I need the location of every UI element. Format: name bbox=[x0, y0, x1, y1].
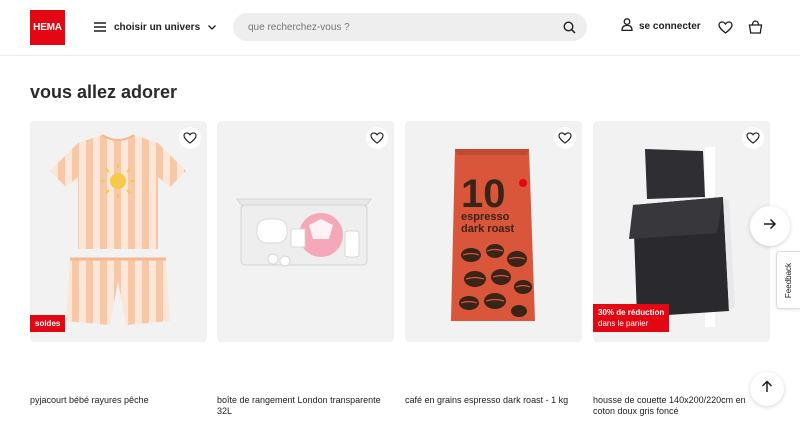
product-image[interactable]: 30% de réduction dans le panier bbox=[593, 121, 770, 342]
product-card[interactable]: boîte de rangement London transparente 3… bbox=[217, 121, 394, 416]
badge-sublabel: dans le panier bbox=[598, 319, 649, 328]
arrow-right-icon bbox=[763, 217, 777, 235]
badge-label: 30% de réduction bbox=[598, 308, 665, 317]
login-label: se connecter bbox=[639, 20, 701, 32]
favorite-heart-icon[interactable] bbox=[366, 127, 388, 149]
login-button[interactable]: se connecter bbox=[621, 18, 701, 34]
feedback-tab[interactable]: Feedback bbox=[776, 251, 800, 309]
coffee-line2: dark roast bbox=[461, 223, 515, 235]
arrow-up-icon bbox=[761, 380, 773, 398]
hema-logo[interactable]: HEMA bbox=[30, 10, 65, 45]
storage-box-illustration bbox=[236, 198, 372, 267]
product-card[interactable]: soldes pyjacourt bébé rayures pêche bbox=[30, 121, 207, 405]
section-title: vous allez adorer bbox=[30, 82, 178, 102]
product-image[interactable]: soldes bbox=[30, 121, 207, 342]
choose-universe-button[interactable]: choisir un univers bbox=[94, 17, 217, 37]
search-input[interactable] bbox=[248, 21, 561, 33]
product-name[interactable]: boîte de rangement London transparente 3… bbox=[217, 395, 394, 417]
coffee-bag-illustration: 10 espresso dark roast bbox=[451, 149, 535, 321]
search-icon[interactable] bbox=[561, 19, 577, 35]
heart-icon[interactable] bbox=[717, 19, 733, 35]
coffee-number: 10 bbox=[461, 172, 506, 216]
back-to-top-button[interactable] bbox=[750, 372, 784, 406]
product-image[interactable] bbox=[217, 121, 394, 342]
product-card[interactable]: 30% de réduction dans le panier housse d… bbox=[593, 121, 770, 416]
search-bar bbox=[233, 13, 587, 41]
menu-icon bbox=[94, 22, 106, 32]
discount-badge: 30% de réduction dans le panier bbox=[593, 304, 670, 332]
coffee-line1: espresso bbox=[461, 211, 510, 223]
site-header: HEMA choisir un univers se connecter bbox=[0, 0, 800, 56]
product-card[interactable]: 10 espresso dark roast café en grains es… bbox=[405, 121, 582, 405]
favorite-heart-icon[interactable] bbox=[554, 127, 576, 149]
favorite-heart-icon[interactable] bbox=[742, 127, 764, 149]
badge-label: soldes bbox=[35, 319, 61, 328]
carousel-next-button[interactable] bbox=[750, 206, 790, 246]
user-icon bbox=[621, 18, 633, 34]
basket-icon[interactable] bbox=[747, 19, 763, 35]
pyjama-illustration bbox=[50, 134, 186, 325]
feedback-label: Feedback bbox=[784, 262, 794, 298]
product-name[interactable]: housse de couette 140x200/220cm en coton… bbox=[593, 395, 770, 417]
choose-universe-label: choisir un univers bbox=[114, 21, 201, 33]
sale-badge: soldes bbox=[30, 315, 66, 332]
product-image[interactable]: 10 espresso dark roast bbox=[405, 121, 582, 342]
favorite-heart-icon[interactable] bbox=[179, 127, 201, 149]
chevron-down-icon bbox=[208, 24, 217, 30]
product-name[interactable]: café en grains espresso dark roast - 1 k… bbox=[405, 395, 582, 406]
product-name[interactable]: pyjacourt bébé rayures pêche bbox=[30, 395, 207, 406]
